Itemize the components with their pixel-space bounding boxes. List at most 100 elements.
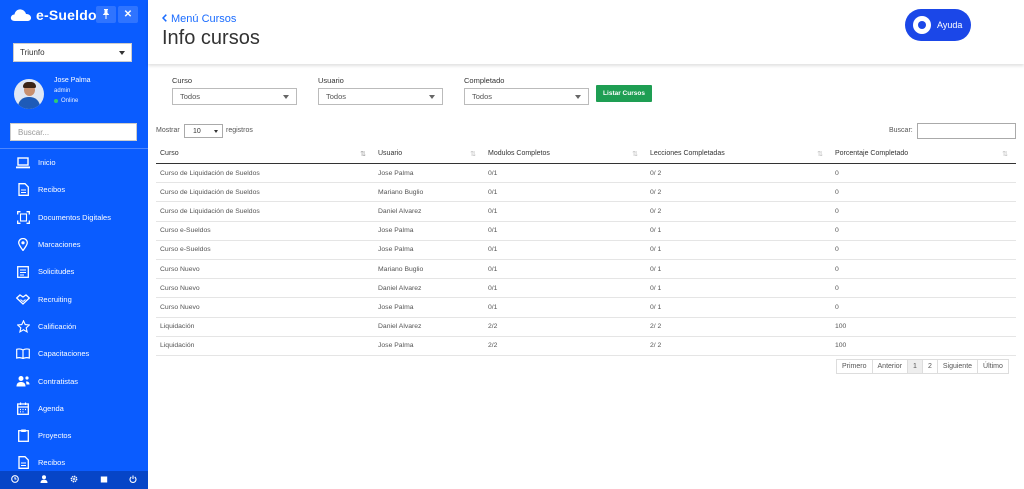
sidebar-item-calificacion[interactable]: Calificación — [0, 313, 148, 340]
table-cell: Liquidación — [160, 342, 195, 350]
table-cell: Curso Nuevo — [160, 265, 200, 273]
sidebar-item-proyectos[interactable]: Proyectos — [0, 422, 148, 449]
table-row: Curso Nuevo Mariano Buglio 0/1 0/ 1 0 — [156, 260, 1016, 280]
table-cell: 0/1 — [488, 207, 498, 215]
sidebar-item-capacitaciones[interactable]: Capacitaciones — [0, 340, 148, 367]
table-cell: 0/1 — [488, 284, 498, 292]
gear-icon — [70, 475, 78, 485]
pin-button[interactable] — [96, 6, 116, 23]
table-cell: 2/2 — [488, 323, 498, 331]
user-status-label: Online — [61, 98, 79, 104]
table-cell: 0 — [835, 227, 839, 235]
close-sidebar-button[interactable]: ✕ — [118, 6, 138, 23]
pagination-last[interactable]: Último — [978, 360, 1008, 373]
user-role: admin — [54, 88, 71, 94]
help-button[interactable]: Ayuda — [905, 9, 971, 41]
help-button-label: Ayuda — [937, 20, 963, 30]
table-cell: 100 — [835, 342, 847, 350]
brand[interactable]: e-Sueldos — [10, 6, 105, 24]
sidebar-item-inicio[interactable]: Inicio — [0, 149, 148, 176]
table-cell: 0/1 — [488, 169, 498, 177]
sidebar-item-recruiting[interactable]: Recruiting — [0, 285, 148, 312]
pagination-page-1[interactable]: 1 — [908, 360, 923, 373]
table-cell: Jose Palma — [378, 169, 414, 177]
sidebar-item-label: Recibos — [38, 458, 66, 468]
table-search-label: Buscar: — [889, 127, 913, 134]
table-cell: 0 — [835, 169, 839, 177]
chevron-down-icon — [214, 129, 218, 133]
pagination-previous[interactable]: Anterior — [872, 360, 909, 373]
column-header-lessons[interactable]: Lecciones Completadas ⇅ — [646, 150, 831, 158]
laptop-icon — [16, 156, 30, 170]
table-cell: Curso Nuevo — [160, 303, 200, 311]
user-icon — [40, 475, 48, 485]
table-cell: 0 — [835, 246, 839, 254]
course-filter-value: Todos — [180, 92, 201, 101]
column-header-percentage[interactable]: Porcentaje Completado ⇅ — [831, 150, 1016, 158]
page-size-value: 10 — [193, 127, 201, 135]
list-courses-button[interactable]: Listar Cursos — [596, 85, 652, 102]
page-size-select[interactable]: 10 — [184, 124, 223, 138]
chevron-left-icon — [161, 13, 167, 25]
table-cell: 0/ 2 — [650, 188, 662, 196]
table-cell: Jose Palma — [378, 342, 414, 350]
sidebar-item-label: Contratistas — [38, 376, 79, 386]
sidebar-item-solicitudes[interactable]: Solicitudes — [0, 258, 148, 285]
table-cell: 0/ 1 — [650, 265, 662, 273]
sidebar-item-label: Proyectos — [38, 431, 72, 441]
pagination-next[interactable]: Siguiente — [937, 360, 979, 373]
sidebar-item-recibos[interactable]: Recibos — [0, 176, 148, 203]
column-header-modules[interactable]: Modulos Completos ⇅ — [484, 150, 646, 158]
back-link[interactable]: Menú Cursos — [161, 13, 237, 25]
chevron-down-icon — [283, 94, 289, 99]
table-cell: 0/ 1 — [650, 303, 662, 311]
user-filter-value: Todos — [326, 92, 347, 101]
chevron-down-icon — [575, 94, 581, 99]
user-profile[interactable]: Jose Palma admin Online — [14, 76, 91, 112]
close-icon: ✕ — [123, 9, 133, 20]
table-search-input[interactable] — [917, 123, 1016, 139]
logout-button[interactable] — [118, 471, 148, 489]
profile-button[interactable] — [30, 471, 60, 489]
table-row: Curso de Liquidación de Sueldos Daniel Al… — [156, 202, 1016, 222]
sidebar-item-contratistas[interactable]: Contratistas — [0, 367, 148, 394]
sidebar-search-input[interactable]: Buscar... — [10, 123, 137, 141]
course-filter-select[interactable]: Todos — [172, 88, 297, 105]
table-cell: Curso Nuevo — [160, 284, 200, 292]
user-filter-label: Usuario — [318, 76, 344, 85]
user-filter-select[interactable]: Todos — [318, 88, 443, 105]
sidebar-item-label: Solicitudes — [38, 267, 75, 277]
pagination-first[interactable]: Primero — [837, 360, 873, 373]
table-cell: 0/ 2 — [650, 169, 662, 177]
sidebar-footer — [0, 471, 148, 489]
company-select[interactable]: Triunfo — [13, 43, 132, 62]
settings-button[interactable] — [59, 471, 89, 489]
calendar-button[interactable] — [89, 471, 119, 489]
back-link-label: Menú Cursos — [171, 13, 237, 25]
calendar-icon — [100, 475, 108, 485]
document-icon — [16, 456, 30, 470]
completed-filter-select[interactable]: Todos — [464, 88, 589, 105]
user-name: Jose Palma — [54, 77, 91, 84]
brand-name: e-Sueldos — [36, 7, 105, 23]
table-cell: Curso de Liquidación de Sueldos — [160, 188, 260, 196]
pagination-page-2[interactable]: 2 — [922, 360, 938, 373]
table-row: Curso e-Sueldos Jose Palma 0/1 0/ 1 0 — [156, 222, 1016, 241]
table-row: Curso de Liquidación de Sueldos Jose Palm… — [156, 164, 1016, 184]
table-row: Curso de Liquidación de Sueldos Mariano B… — [156, 183, 1016, 203]
sidebar-item-label: Calificación — [38, 321, 77, 331]
column-header-user[interactable]: Usuario ⇅ — [374, 150, 484, 158]
power-icon — [129, 475, 137, 485]
table-cell: Jose Palma — [378, 303, 414, 311]
column-header-course[interactable]: Curso ⇅ — [156, 150, 374, 158]
table-cell: 0/1 — [488, 265, 498, 273]
pagination: Primero Anterior 1 2 Siguiente Último — [836, 359, 1009, 374]
sidebar-item-marcaciones[interactable]: Marcaciones — [0, 231, 148, 258]
clock-button[interactable] — [0, 471, 30, 489]
table-cell: 0 — [835, 207, 839, 215]
sidebar-item-documentos-digitales[interactable]: Documentos Digitales — [0, 204, 148, 231]
table-row: Curso Nuevo Daniel Alvarez 0/1 0/ 1 0 — [156, 279, 1016, 299]
user-status: Online — [54, 96, 91, 106]
sidebar-item-agenda[interactable]: Agenda — [0, 395, 148, 422]
calendar-icon — [16, 401, 30, 415]
